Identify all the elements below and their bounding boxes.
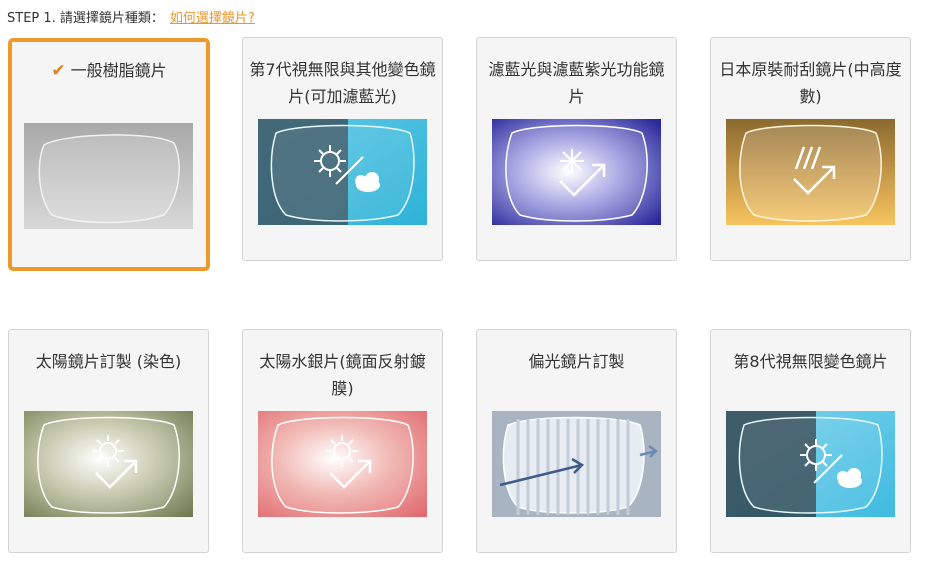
- lens-option-title: 太陽水銀片(鏡面反射鍍膜): [259, 352, 426, 398]
- lens-image-mirror: [258, 411, 427, 517]
- lens-image-blue-light: [492, 119, 661, 225]
- lens-image-sunglass-tint: [24, 411, 193, 517]
- lens-option-title: 濾藍光與濾藍紫光功能鏡片: [488, 60, 665, 106]
- lens-option-title: 第7代視無限與其他變色鏡片(可加濾藍光): [249, 60, 436, 106]
- lens-image-photochromic: [258, 119, 427, 225]
- help-link[interactable]: 如何選擇鏡片?: [170, 11, 255, 26]
- lens-option-title: 偏光鏡片訂製: [528, 352, 625, 371]
- lens-option-polarized[interactable]: 偏光鏡片訂製: [476, 329, 677, 553]
- lens-image-clear: [24, 123, 193, 229]
- lens-option-title: 日本原裝耐刮鏡片(中高度數): [719, 60, 902, 106]
- lens-option-resin[interactable]: ✔ 一般樹脂鏡片: [8, 38, 210, 271]
- lens-option-blue-light[interactable]: 濾藍光與濾藍紫光功能鏡片: [476, 37, 677, 261]
- lens-option-title: 一般樹脂鏡片: [70, 61, 167, 80]
- lens-option-sunglasses-tint[interactable]: 太陽鏡片訂製 (染色): [8, 329, 209, 553]
- lens-image-polarized: [492, 411, 661, 517]
- lens-option-japan-scratch-resistant[interactable]: 日本原裝耐刮鏡片(中高度數): [710, 37, 911, 261]
- lens-image-photochromic-gen8: [726, 411, 895, 517]
- lens-image-scratch-resistant: [726, 119, 895, 225]
- check-icon: ✔: [51, 61, 66, 81]
- step-label: STEP 1. 請選擇鏡片種類：: [7, 11, 164, 26]
- lens-option-photochromic-gen8[interactable]: 第8代視無限變色鏡片: [710, 329, 911, 553]
- step-header: STEP 1. 請選擇鏡片種類： 如何選擇鏡片?: [7, 7, 255, 26]
- lens-option-mirror-coating[interactable]: 太陽水銀片(鏡面反射鍍膜): [242, 329, 443, 553]
- lens-option-title: 第8代視無限變色鏡片: [733, 352, 888, 371]
- lens-option-photochromic-gen7[interactable]: 第7代視無限與其他變色鏡片(可加濾藍光): [242, 37, 443, 261]
- lens-option-title: 太陽鏡片訂製 (染色): [35, 352, 182, 371]
